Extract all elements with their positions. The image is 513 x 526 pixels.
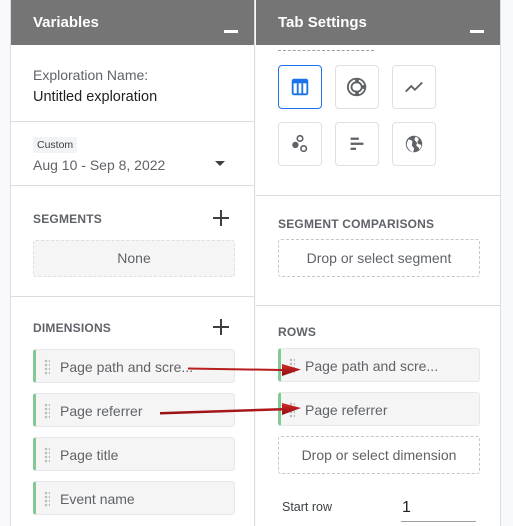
viz-line-button[interactable] bbox=[392, 65, 436, 109]
tab-settings-title: Tab Settings bbox=[278, 14, 367, 31]
variables-header: Variables bbox=[11, 0, 254, 45]
exploration-name-field[interactable]: Untitled exploration bbox=[33, 89, 157, 105]
donut-chart-icon bbox=[347, 77, 367, 97]
dimension-chip-label: Page referrer bbox=[60, 403, 143, 419]
viz-bar-button[interactable] bbox=[335, 122, 379, 166]
dimension-chip[interactable]: Page path and scre... bbox=[33, 349, 235, 383]
dimension-chip[interactable]: Page referrer bbox=[33, 393, 235, 427]
variables-title: Variables bbox=[33, 14, 99, 31]
segments-label: SEGMENTS bbox=[33, 212, 102, 226]
date-preset-badge: Custom bbox=[33, 137, 78, 153]
dimension-chip-label: Page path and scre... bbox=[60, 359, 194, 375]
start-row-label: Start row bbox=[282, 500, 333, 514]
start-row-input[interactable] bbox=[401, 494, 476, 522]
drag-handle-icon[interactable] bbox=[44, 491, 50, 507]
tab-settings-panel: Tab Settings SEGMENT COMPARISONS Drop or… bbox=[256, 0, 501, 526]
globe-icon bbox=[405, 135, 423, 153]
bar-chart-icon bbox=[350, 137, 364, 150]
minimize-tab-settings-button[interactable] bbox=[470, 30, 484, 33]
rows-section: ROWS Page path and scre... Page referrer… bbox=[256, 306, 500, 526]
row-chip-label: Page path and scre... bbox=[305, 358, 439, 374]
add-dimension-plus-icon[interactable] bbox=[213, 319, 229, 335]
dimensions-section: DIMENSIONS Page path and scre... Page re… bbox=[11, 297, 254, 526]
minimize-variables-button[interactable] bbox=[224, 30, 238, 33]
dimension-chip[interactable]: Event name bbox=[33, 481, 235, 515]
drag-handle-icon[interactable] bbox=[44, 359, 50, 375]
variables-panel: Variables Exploration Name: Untitled exp… bbox=[10, 0, 255, 526]
drop-segment-target[interactable]: Drop or select segment bbox=[278, 239, 480, 277]
exploration-name-label: Exploration Name: bbox=[33, 67, 149, 83]
caret-down-icon[interactable] bbox=[215, 161, 225, 166]
drag-handle-icon[interactable] bbox=[44, 403, 50, 419]
row-chip[interactable]: Page referrer bbox=[278, 392, 480, 426]
dimension-chip-label: Page title bbox=[60, 447, 119, 463]
drag-handle-icon[interactable] bbox=[289, 402, 295, 418]
line-chart-icon bbox=[405, 81, 423, 93]
viz-donut-button[interactable] bbox=[335, 65, 379, 109]
segments-none-placeholder[interactable]: None bbox=[33, 240, 235, 277]
date-range-value[interactable]: Aug 10 - Sep 8, 2022 bbox=[33, 157, 165, 173]
dimensions-label: DIMENSIONS bbox=[33, 321, 112, 335]
add-segment-plus-icon[interactable] bbox=[213, 210, 229, 226]
divider bbox=[278, 50, 374, 51]
row-chip-label: Page referrer bbox=[305, 402, 388, 418]
viz-scatter-button[interactable] bbox=[278, 122, 322, 166]
segments-section: SEGMENTS None bbox=[11, 186, 254, 297]
viz-geo-button[interactable] bbox=[392, 122, 436, 166]
row-chip[interactable]: Page path and scre... bbox=[278, 348, 480, 382]
segment-comparisons-label: SEGMENT COMPARISONS bbox=[278, 217, 435, 231]
exploration-name-section: Exploration Name: Untitled exploration bbox=[11, 45, 254, 122]
drag-handle-icon[interactable] bbox=[44, 447, 50, 463]
date-range-picker[interactable]: Custom Aug 10 - Sep 8, 2022 bbox=[11, 122, 254, 186]
rows-label: ROWS bbox=[278, 325, 317, 339]
dimension-chip[interactable]: Page title bbox=[33, 437, 235, 471]
table-icon bbox=[291, 78, 309, 96]
scatter-plot-icon bbox=[292, 134, 308, 153]
drop-dimension-target[interactable]: Drop or select dimension bbox=[278, 436, 480, 474]
tab-settings-header: Tab Settings bbox=[256, 0, 500, 45]
viz-table-button[interactable] bbox=[278, 65, 322, 109]
visualization-section bbox=[256, 45, 500, 196]
drag-handle-icon[interactable] bbox=[289, 358, 295, 374]
segment-comparisons-section: SEGMENT COMPARISONS Drop or select segme… bbox=[256, 196, 500, 306]
dimension-chip-label: Event name bbox=[60, 491, 135, 507]
